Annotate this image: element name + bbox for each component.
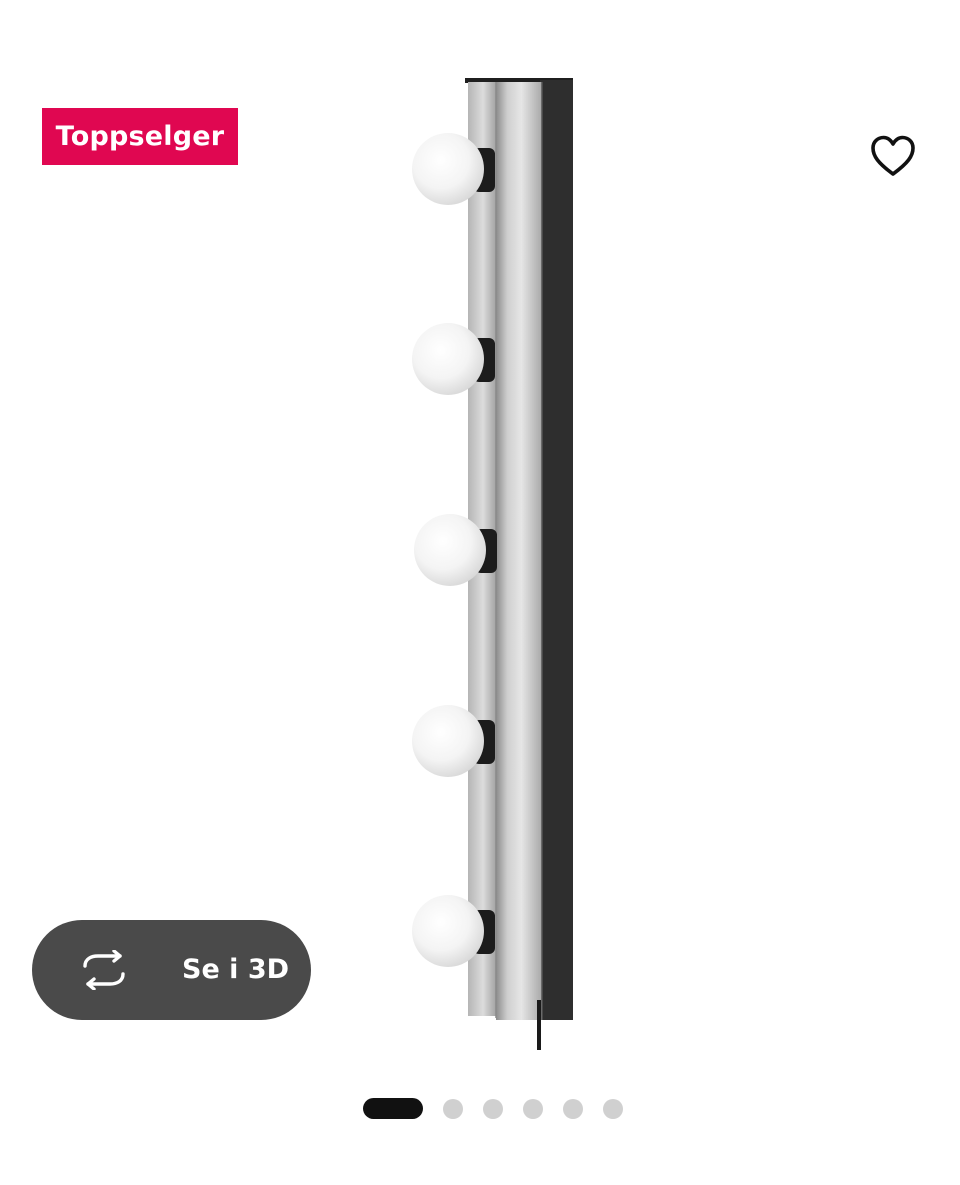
heart-outline-icon	[871, 135, 915, 176]
rotate-3d-icon	[83, 950, 125, 990]
product-photo	[412, 78, 573, 1050]
carousel-dot-3[interactable]	[483, 1098, 503, 1119]
view-in-3d-button[interactable]: Se i 3D	[32, 920, 311, 1020]
carousel-dot-6[interactable]	[603, 1098, 623, 1119]
carousel-dot-1[interactable]	[363, 1098, 423, 1119]
carousel-dot-2[interactable]	[443, 1098, 463, 1119]
product-image-viewer: Toppselger Se i 3D	[0, 0, 960, 1185]
bestseller-badge: Toppselger	[42, 108, 238, 165]
view-in-3d-label: Se i 3D	[182, 954, 290, 985]
carousel-pagination	[363, 1098, 623, 1119]
carousel-dot-5[interactable]	[563, 1098, 583, 1119]
favorite-button[interactable]	[866, 130, 920, 184]
carousel-dot-4[interactable]	[523, 1098, 543, 1119]
